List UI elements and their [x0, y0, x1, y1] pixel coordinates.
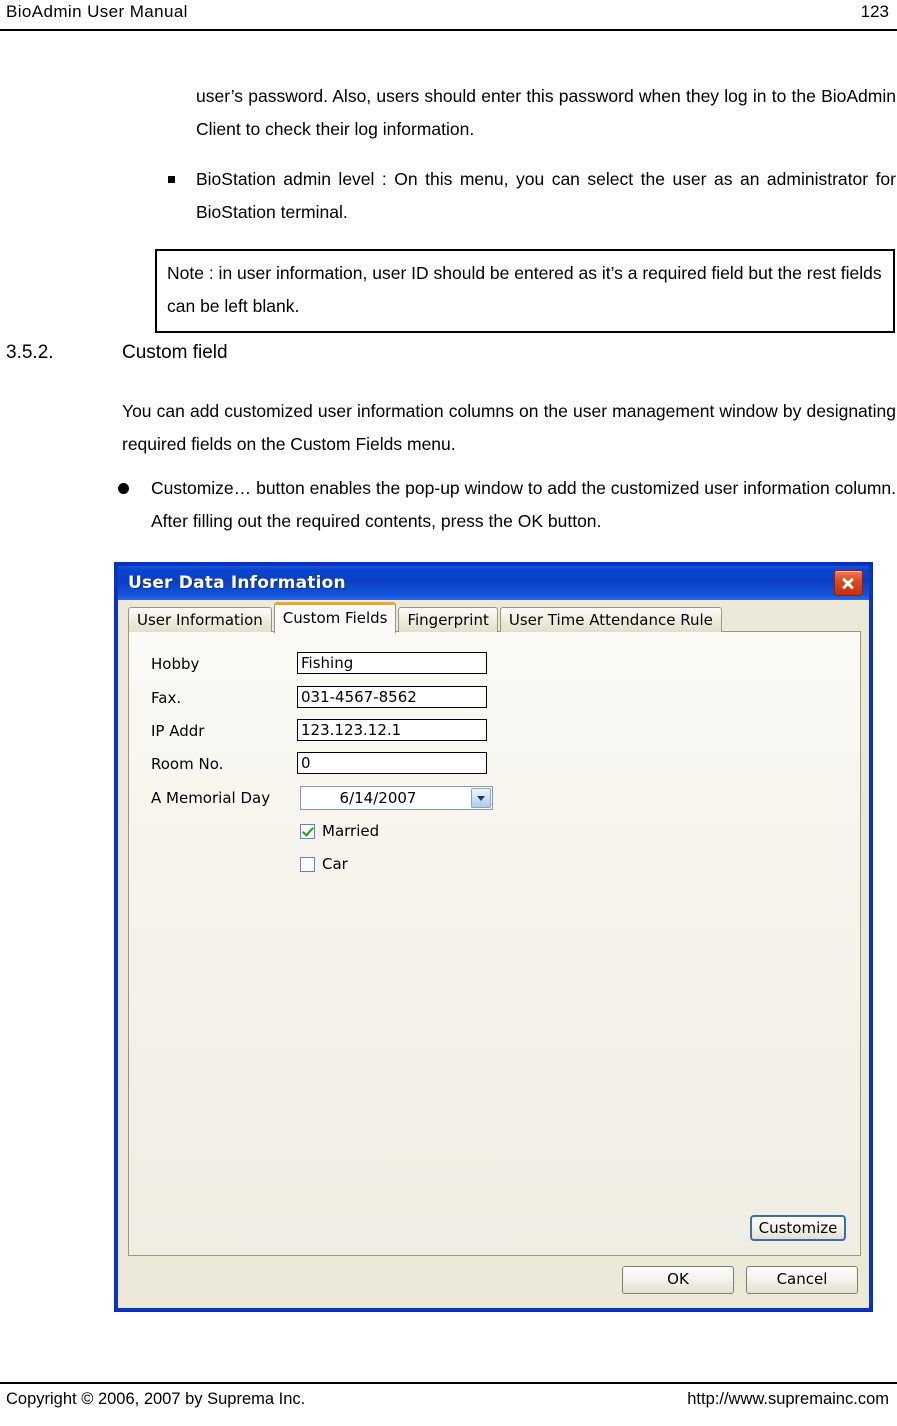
custom-fields-panel: Hobby Fishing Fax. 031-4567-8562 IP Addr…	[128, 631, 861, 1256]
note-box: Note : in user information, user ID shou…	[155, 249, 895, 333]
section-heading: 3.5.2. Custom field	[0, 342, 897, 376]
dialog-title-bar[interactable]: User Data Information	[118, 566, 869, 600]
website-url[interactable]: http://www.supremainc.com	[687, 1390, 889, 1409]
bullet-customize-block: Customize… button enables the pop-up win…	[118, 472, 896, 538]
paragraph-continuation-block: user’s password. Also, users should ente…	[196, 80, 896, 146]
checkbox-married-label: Married	[322, 822, 380, 840]
page-number: 123	[860, 2, 889, 21]
label-ip-addr: IP Addr	[151, 722, 205, 740]
checkbox-car-label: Car	[322, 855, 348, 873]
dialog-title: User Data Information	[128, 573, 346, 593]
bullet-biostation-text: BioStation admin level : On this menu, y…	[196, 169, 896, 222]
label-hobby: Hobby	[151, 655, 200, 673]
round-bullet-icon	[118, 472, 129, 505]
footer-divider	[0, 1382, 897, 1384]
checkbox-married-box[interactable]	[300, 823, 315, 839]
dialog-inner: User Data Information User Information C…	[118, 566, 869, 1308]
date-picker-a-memorial-day[interactable]: 6/14/2007	[300, 786, 493, 810]
manual-title: BioAdmin User Manual	[6, 2, 188, 21]
checkbox-car[interactable]: Car	[300, 855, 348, 873]
checkbox-car-box[interactable]	[300, 856, 315, 872]
list-item: BioStation admin level : On this menu, y…	[168, 163, 896, 229]
chevron-down-icon[interactable]	[471, 788, 491, 808]
list-item: Customize… button enables the pop-up win…	[118, 472, 896, 538]
input-room-no[interactable]: 0	[297, 752, 487, 774]
paragraph-continuation: user’s password. Also, users should ente…	[196, 86, 896, 139]
tab-custom-fields[interactable]: Custom Fields	[273, 602, 397, 633]
section-title: Custom field	[122, 342, 228, 363]
copyright-text: Copyright © 2006, 2007 by Suprema Inc.	[6, 1390, 306, 1408]
cancel-button[interactable]: Cancel	[746, 1266, 858, 1294]
input-fax[interactable]: 031-4567-8562	[297, 686, 487, 708]
input-ip-addr[interactable]: 123.123.12.1	[297, 719, 487, 741]
user-data-information-dialog: User Data Information User Information C…	[114, 562, 873, 1312]
tab-strip: User Information Custom Fields Fingerpri…	[128, 602, 724, 633]
label-fax: Fax.	[151, 689, 182, 707]
tab-fingerprint[interactable]: Fingerprint	[398, 607, 498, 632]
label-room-no: Room No.	[151, 755, 224, 773]
paragraph-custom-block: You can add customized user information …	[122, 395, 896, 461]
square-bullet-icon	[168, 163, 175, 196]
tab-user-time-attendance-rule[interactable]: User Time Attendance Rule	[499, 607, 722, 632]
date-picker-value: 6/14/2007	[339, 789, 417, 807]
page-header: BioAdmin User Manual 123	[0, 0, 897, 34]
header-divider	[0, 29, 897, 31]
note-text: Note : in user information, user ID shou…	[167, 263, 882, 316]
ok-button[interactable]: OK	[622, 1266, 734, 1294]
tab-user-information[interactable]: User Information	[128, 607, 272, 632]
bullet-customize-text: Customize… button enables the pop-up win…	[151, 478, 896, 531]
customize-button[interactable]: Customize	[750, 1215, 846, 1241]
section-number: 3.5.2.	[6, 342, 54, 363]
checkbox-married[interactable]: Married	[300, 822, 379, 840]
close-icon[interactable]	[834, 570, 863, 596]
input-hobby[interactable]: Fishing	[297, 652, 487, 674]
paragraph-custom: You can add customized user information …	[122, 401, 896, 454]
bullet-biostation-block: BioStation admin level : On this menu, y…	[168, 163, 896, 229]
label-a-memorial-day: A Memorial Day	[151, 789, 271, 807]
